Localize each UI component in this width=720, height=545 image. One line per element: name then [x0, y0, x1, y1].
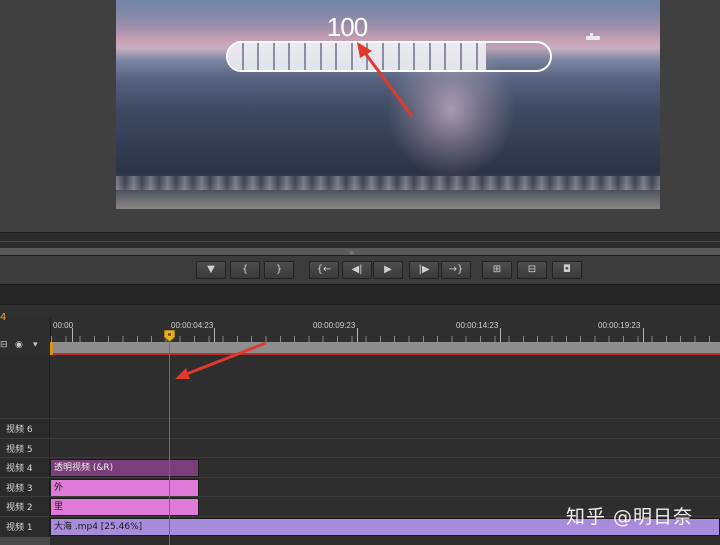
work-area-bar[interactable]: [50, 342, 720, 355]
track-name: 视频 2: [6, 503, 33, 514]
track-name: 视频 5: [6, 444, 33, 455]
work-area-start-handle[interactable]: [50, 342, 53, 355]
loading-segment: [275, 43, 291, 70]
timeline-ruler[interactable]: 00:00 00:00:04:23 00:00:09:23 00:00:14:2…: [50, 318, 720, 342]
loading-segment: [462, 43, 478, 70]
loading-segment: [353, 43, 369, 70]
extract-button[interactable]: ⊟: [517, 261, 547, 279]
program-monitor: 100: [0, 0, 720, 232]
transport-controls: ▼{} {← ◀| ▶ |▶ →} ⊞ ⊟ ◘: [0, 256, 720, 284]
loading-segment: [431, 43, 447, 70]
loading-segment: [384, 43, 400, 70]
loading-segment: [306, 43, 322, 70]
loading-segment: [368, 43, 384, 70]
sequence-tab[interactable]: 4: [0, 312, 6, 323]
loading-segment: [259, 43, 275, 70]
loading-segment: [244, 43, 260, 70]
track-name: 视频 6: [6, 425, 33, 435]
mark-out-button[interactable]: }: [264, 261, 294, 279]
track-name: 视频 1: [6, 523, 33, 533]
lift-button[interactable]: ⊞: [482, 261, 512, 279]
ruler-label: 00:00: [53, 321, 74, 330]
marker-bulb-icon[interactable]: ◉: [15, 340, 23, 350]
timeline-clip[interactable]: 透明视频 (&R): [50, 459, 199, 478]
video-preview: 100: [116, 0, 660, 209]
go-to-out-button[interactable]: →}: [441, 261, 471, 279]
step-forward-button[interactable]: |▶: [409, 261, 439, 279]
timeline-clip[interactable]: 外: [50, 478, 199, 497]
ruler-label: 00:00:09:23: [313, 321, 356, 330]
timeline-track[interactable]: 视频 4 透明视频 (&R): [0, 457, 720, 478]
mark-in-button[interactable]: {: [230, 261, 260, 279]
track-name: 视频 4: [6, 464, 33, 475]
loading-segment: [446, 43, 462, 70]
loading-segment: [290, 43, 306, 70]
snap-icon[interactable]: ⊟: [0, 340, 8, 350]
playhead-handle-icon[interactable]: [164, 330, 175, 342]
loading-bar: [226, 41, 552, 72]
ruler-label: 00:00:19:23: [598, 321, 641, 330]
track-name: 视频 3: [6, 483, 33, 494]
export-frame-button[interactable]: ◘: [552, 261, 582, 279]
loading-segment: [415, 43, 431, 70]
progress-counter: 100: [326, 12, 368, 42]
add-marker-button[interactable]: ▼: [196, 261, 226, 279]
timeline-track[interactable]: 视频 6: [0, 418, 720, 438]
add-marker-icon[interactable]: ▾: [33, 340, 38, 350]
loading-segment: [400, 43, 416, 70]
timeline-track[interactable]: 视频 3 外: [0, 476, 720, 497]
loading-segment: [322, 43, 338, 70]
timeline-tools: ⊟ ◉ ▾: [0, 338, 50, 352]
ruler-label: 00:00:14:23: [456, 321, 499, 330]
watermark: 知乎 @明日奈: [566, 506, 694, 528]
boat-silhouette: [586, 33, 600, 40]
timeline-clip[interactable]: 里: [50, 498, 199, 517]
grip-icon[interactable]: ≡: [349, 249, 354, 256]
ruler-label: 00:00:04:23: [171, 321, 214, 330]
play-button[interactable]: ▶: [373, 261, 403, 279]
go-to-in-button[interactable]: {←: [309, 261, 339, 279]
timeline-panel-header: [0, 284, 720, 304]
monitor-time-ruler[interactable]: [0, 232, 720, 248]
timeline-track[interactable]: 视频 5: [0, 437, 720, 458]
monitor-scrub-bar[interactable]: ≡: [0, 248, 720, 256]
loading-segment: [228, 43, 244, 70]
playhead-line[interactable]: [169, 342, 170, 545]
timeline-tab-strip: [0, 304, 720, 316]
step-back-button[interactable]: ◀|: [342, 261, 372, 279]
loading-segment: [337, 43, 353, 70]
